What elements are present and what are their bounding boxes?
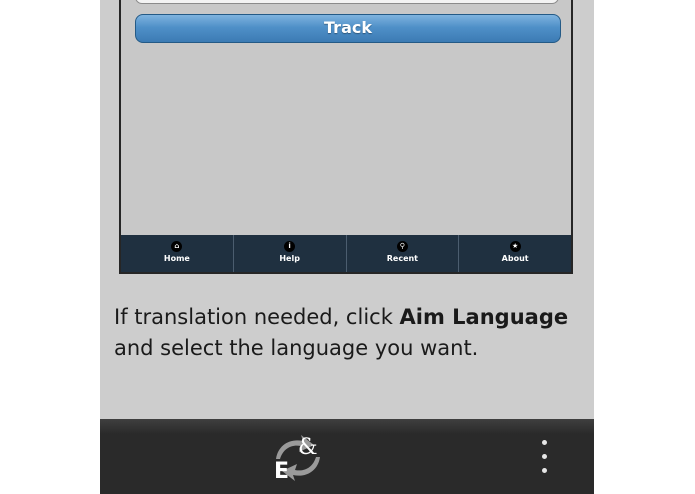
instruction-line1-prefix: If translation needed, click [114,305,400,329]
info-icon: i [284,241,296,252]
nav-label-home: Home [163,254,190,263]
bottom-navbar: ⌂ Home i Help ⚲ Recent ★ About [121,235,571,272]
screenshot-stage: Track ⌂ Home i Help ⚲ Recent ★ About If … [100,0,594,494]
app-screen-frame: Track ⌂ Home i Help ⚲ Recent ★ About [119,0,573,274]
nav-item-home[interactable]: ⌂ Home [121,235,234,272]
search-icon: ⚲ [396,241,408,252]
track-button[interactable]: Track [135,14,561,43]
star-icon: ★ [509,241,521,252]
translate-app-icon[interactable]: E & [270,432,326,484]
nav-label-recent: Recent [386,254,419,263]
instruction-text: If translation needed, click Aim Languag… [114,302,574,364]
more-vertical-icon[interactable] [538,440,550,476]
nav-item-recent[interactable]: ⚲ Recent [347,235,460,272]
nav-item-about[interactable]: ★ About [459,235,571,272]
svg-text:E: E [274,459,289,484]
nav-label-about: About [501,254,529,263]
home-icon: ⌂ [171,241,183,252]
svg-text:&: & [298,435,318,460]
nav-label-help: Help [279,254,300,263]
bottom-action-bar: E & [100,419,594,494]
nav-item-help[interactable]: i Help [234,235,347,272]
instruction-aim-language: Aim Language [399,305,569,329]
tracking-number-input[interactable] [135,0,559,4]
instruction-line2: and select the language you want. [114,336,479,360]
